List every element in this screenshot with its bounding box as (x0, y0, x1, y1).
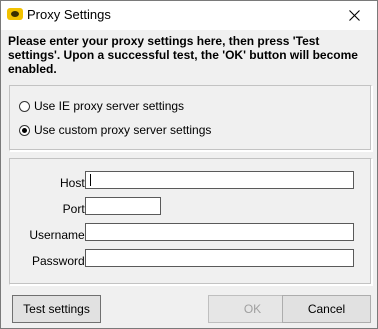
close-icon (348, 10, 360, 21)
proxy-mode-group: Use IE proxy server settings Use custom … (9, 85, 372, 151)
password-field[interactable] (85, 249, 354, 267)
host-input[interactable] (86, 172, 353, 188)
ie-proxy-radio[interactable] (19, 100, 30, 112)
test-settings-button[interactable]: Test settings (12, 295, 101, 323)
window-title: Proxy Settings (27, 7, 111, 22)
proxy-fields-group: Host: Port: Username: Password: (9, 158, 372, 285)
text-caret (90, 174, 91, 186)
port-field[interactable] (85, 197, 161, 215)
username-input[interactable] (86, 224, 353, 240)
username-label: Username: (29, 228, 88, 242)
port-label: Port: (62, 202, 88, 216)
proxy-app-icon (7, 8, 23, 20)
ie-proxy-label: Use IE proxy server settings (34, 99, 185, 113)
close-button[interactable] (331, 1, 377, 30)
host-field[interactable] (85, 171, 354, 189)
custom-proxy-option[interactable]: Use custom proxy server settings (19, 122, 211, 138)
title-bar: Proxy Settings (1, 1, 377, 30)
password-input[interactable] (86, 250, 353, 266)
port-input[interactable] (86, 198, 160, 214)
host-label: Host: (59, 176, 88, 190)
custom-proxy-radio[interactable] (19, 124, 30, 136)
cancel-label: Cancel (307, 302, 346, 316)
custom-proxy-label: Use custom proxy server settings (34, 123, 212, 137)
instructions-text: Please enter your proxy settings here, t… (8, 34, 358, 76)
cancel-button[interactable]: Cancel (282, 295, 371, 323)
password-label: Password: (31, 254, 88, 268)
ie-proxy-option[interactable]: Use IE proxy server settings (19, 98, 184, 114)
proxy-settings-dialog: Proxy Settings Please enter your proxy s… (0, 0, 378, 329)
username-field[interactable] (85, 223, 354, 241)
